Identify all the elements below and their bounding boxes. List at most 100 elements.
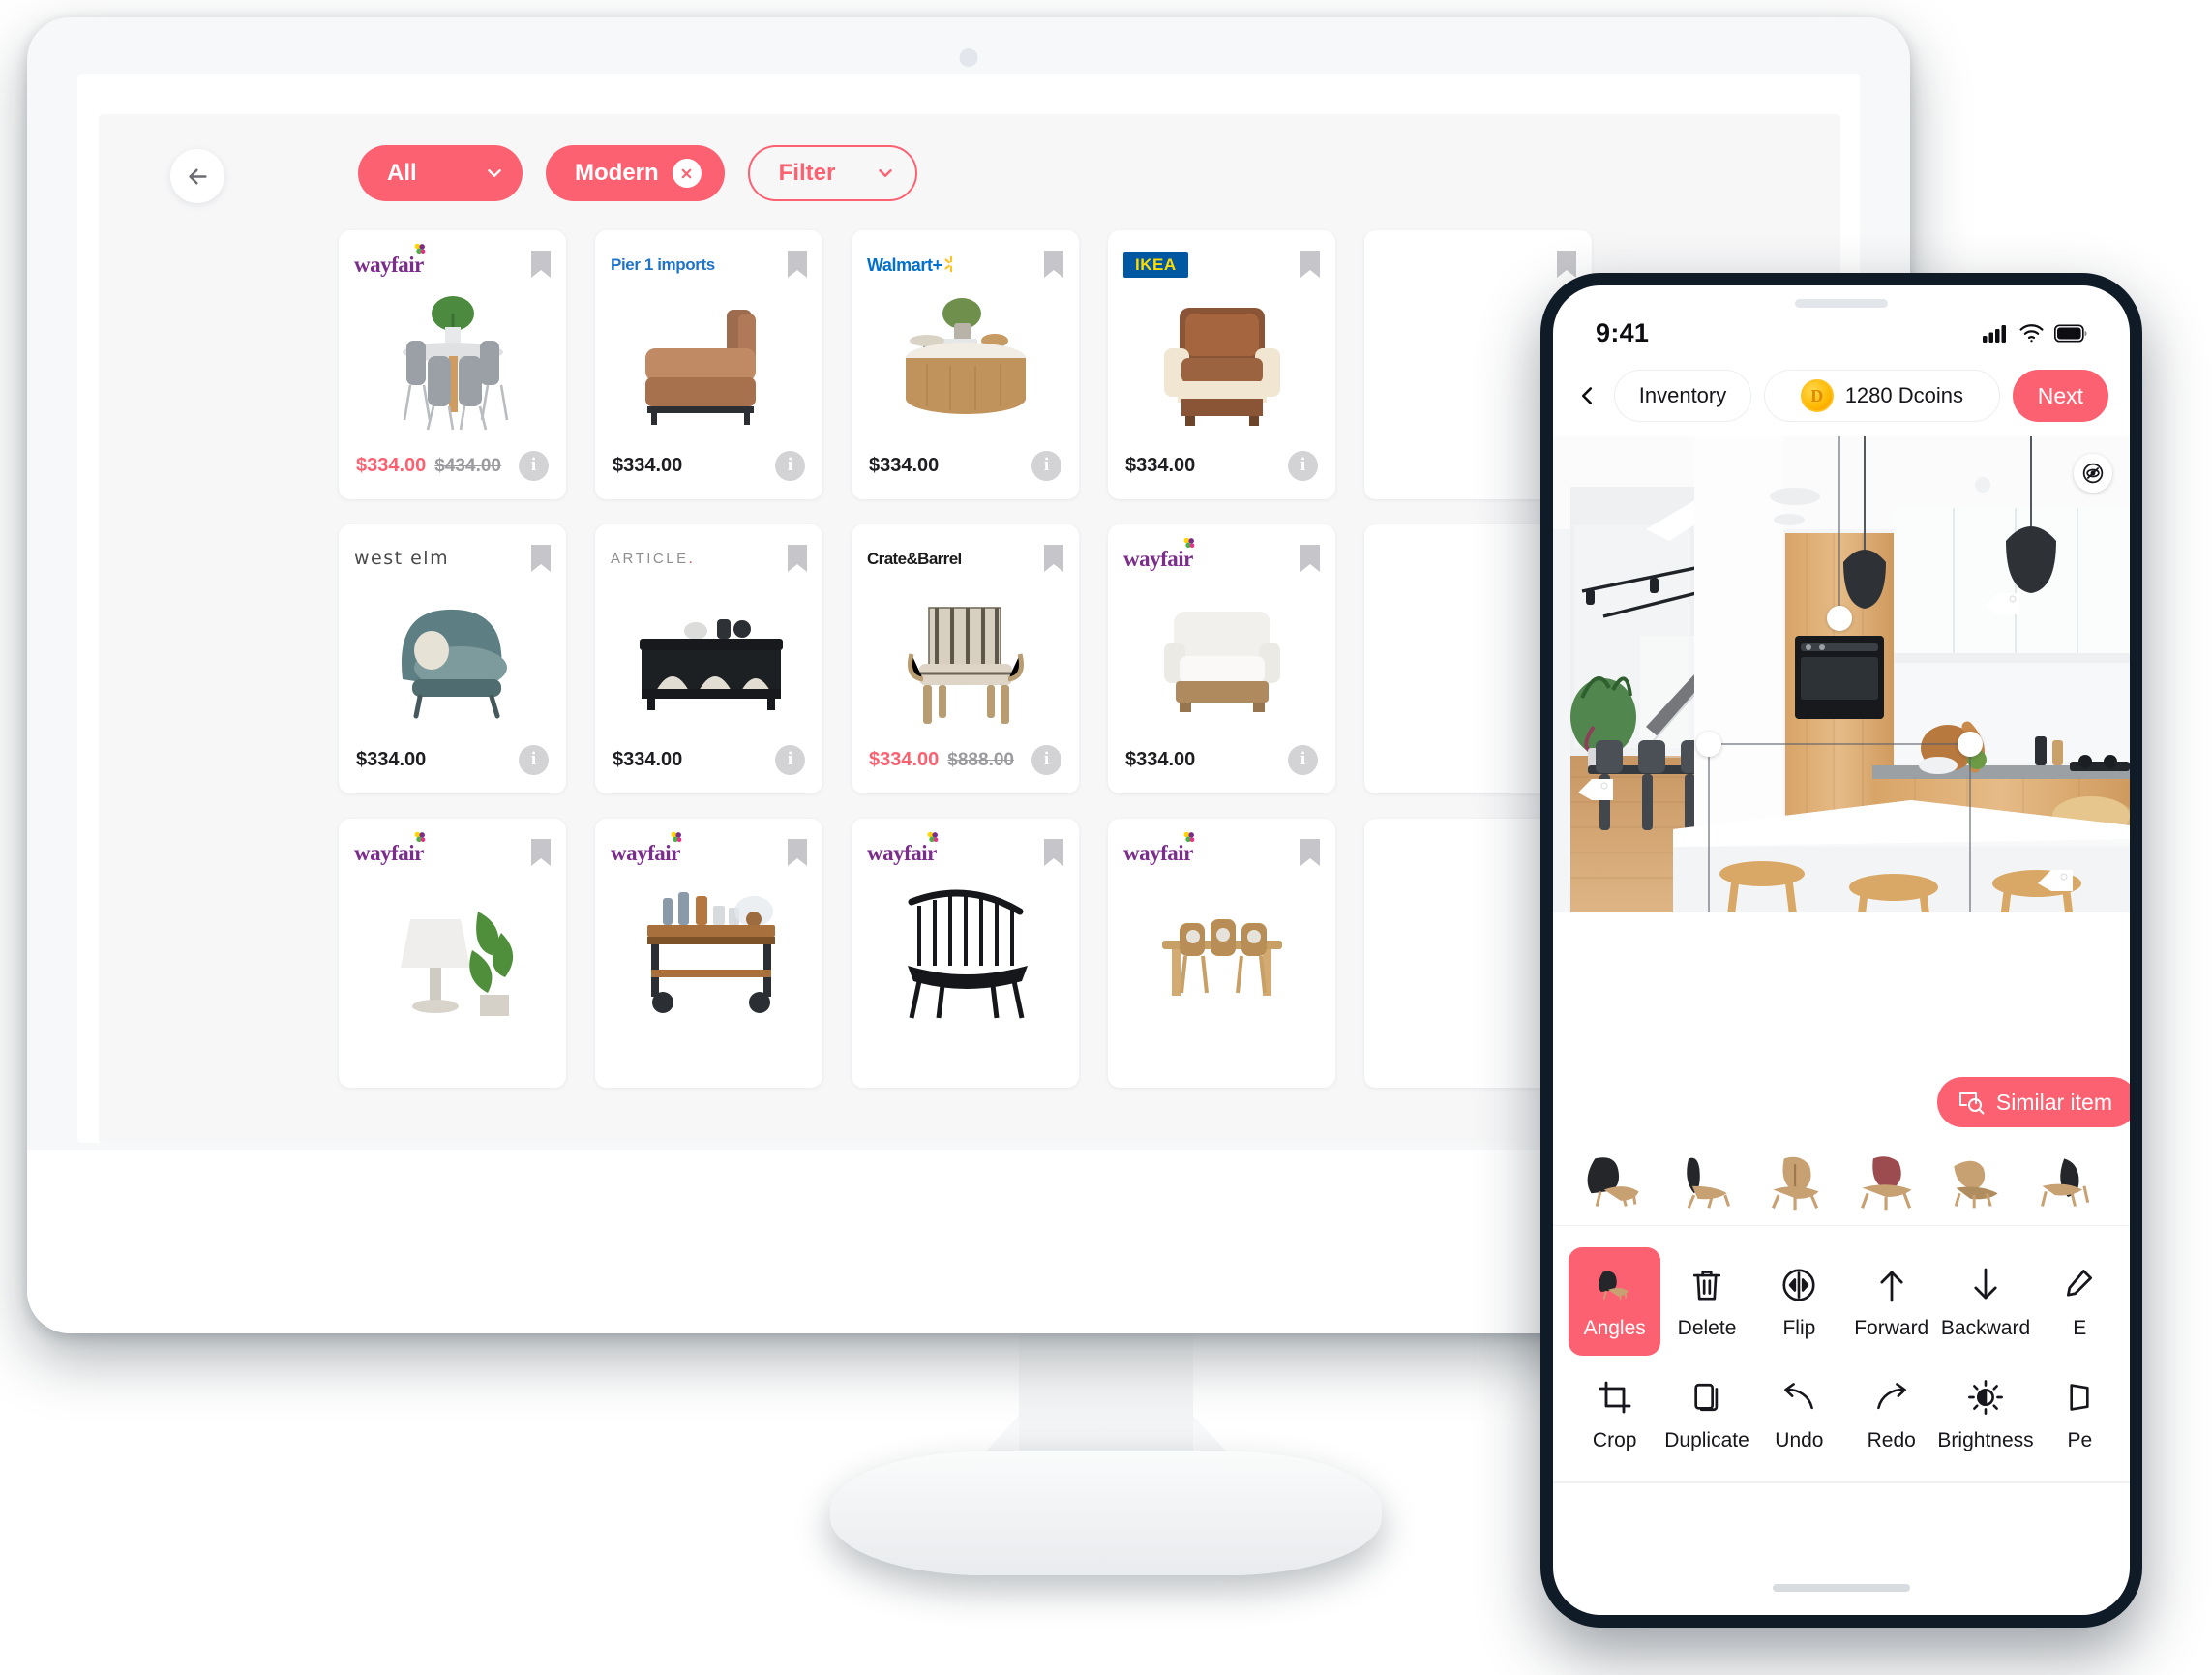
tool-button-duplicate[interactable]: Duplicate xyxy=(1660,1360,1752,1468)
bookmark-icon[interactable] xyxy=(531,251,551,278)
back-button[interactable] xyxy=(170,149,224,203)
filter-pill-all[interactable]: All xyxy=(358,145,523,201)
angle-thumbnail-4[interactable] xyxy=(1940,1150,2014,1213)
info-icon[interactable]: i xyxy=(519,450,549,481)
product-card[interactable]: wayfair xyxy=(595,819,822,1088)
product-old-price: $434.00 xyxy=(434,455,501,476)
product-card[interactable]: wayfair $334.00 i xyxy=(1108,524,1335,793)
bookmark-icon[interactable] xyxy=(788,839,807,866)
angle-thumbnail-0[interactable] xyxy=(1579,1150,1653,1213)
angle-thumbnail-3[interactable] xyxy=(1850,1150,1924,1213)
trash-icon xyxy=(1692,1271,1721,1301)
product-price-group: $334.00 xyxy=(613,749,682,771)
tool-button-forward[interactable]: Forward xyxy=(1845,1247,1937,1356)
product-card-footer: $334.00 i xyxy=(1108,441,1335,499)
filter-pill-filter[interactable]: Filter xyxy=(747,145,917,201)
product-brand-pier1: Pier 1 imports xyxy=(611,254,715,274)
product-image xyxy=(339,869,566,1032)
tool-button-flip[interactable]: Flip xyxy=(1753,1247,1845,1356)
info-icon[interactable]: i xyxy=(1031,744,1061,775)
bookmark-icon[interactable] xyxy=(1300,251,1320,278)
selection-handle-left[interactable] xyxy=(1696,732,1721,757)
tool-button-brightness[interactable]: Brightness xyxy=(1937,1360,2034,1468)
tool-button-e[interactable]: E xyxy=(2034,1247,2126,1356)
filter-pill-modern[interactable]: Modern xyxy=(546,145,725,201)
product-card-footer: $334.00 i xyxy=(1108,735,1335,793)
tool-button-pe[interactable]: Pe xyxy=(2034,1360,2126,1468)
product-image-white-boucle-armchair xyxy=(1163,612,1280,712)
tag-pin-basket[interactable] xyxy=(2034,864,2077,899)
tool-label: Flip xyxy=(1782,1317,1816,1339)
next-button[interactable]: Next xyxy=(2012,370,2108,422)
bookmark-icon[interactable] xyxy=(531,839,551,866)
tool-button-undo[interactable]: Undo xyxy=(1753,1360,1845,1468)
angle-thumbnail-2[interactable] xyxy=(1759,1150,1833,1213)
edit-icon xyxy=(2067,1270,2093,1297)
wayfair-berry-icon xyxy=(414,831,426,842)
product-card[interactable]: west elm $334.00 i xyxy=(339,524,566,793)
product-card-header: wayfair xyxy=(1108,524,1335,579)
bookmark-icon[interactable] xyxy=(788,545,807,572)
selection-handle-top[interactable] xyxy=(1827,606,1852,631)
product-card-footer xyxy=(339,1030,566,1088)
tool-button-backward[interactable]: Backward xyxy=(1937,1247,2033,1356)
tool-button-angles[interactable]: Angles xyxy=(1569,1247,1661,1356)
tool-button-delete[interactable]: Delete xyxy=(1660,1247,1752,1356)
product-image-round-dining-table-set xyxy=(402,296,508,431)
product-card[interactable]: wayfair $334.00 $434.00 i xyxy=(339,230,566,499)
bookmark-icon[interactable] xyxy=(1044,545,1063,572)
wayfair-berry-icon xyxy=(671,831,682,842)
bookmark-icon[interactable] xyxy=(1300,545,1320,572)
tool-label: Delete xyxy=(1677,1317,1737,1339)
product-price-group: $334.00 xyxy=(869,455,939,477)
product-card-footer: $334.00 i xyxy=(852,441,1079,499)
bookmark-icon[interactable] xyxy=(1300,839,1320,866)
inventory-button[interactable]: Inventory xyxy=(1614,370,1751,422)
product-card[interactable]: wayfair xyxy=(339,819,566,1088)
product-card[interactable]: Walmart+ $334.00 i xyxy=(852,230,1079,499)
visibility-toggle-button[interactable] xyxy=(2074,454,2112,493)
bookmark-icon[interactable] xyxy=(531,545,551,572)
info-icon[interactable]: i xyxy=(775,744,805,775)
room-photo-canvas[interactable] xyxy=(1553,436,2130,912)
info-icon[interactable]: i xyxy=(1031,450,1061,481)
tool-label: Pe xyxy=(2067,1429,2093,1451)
dcoins-balance[interactable]: D 1280 Dcoins xyxy=(1764,370,2000,422)
product-image xyxy=(1108,281,1335,443)
angle-thumbnail-5[interactable] xyxy=(2030,1150,2104,1213)
product-card[interactable]: wayfair xyxy=(1108,819,1335,1088)
bookmark-icon[interactable] xyxy=(788,251,807,278)
crop-icon-wrap xyxy=(1598,1375,1632,1420)
info-icon[interactable]: i xyxy=(519,744,549,775)
product-card[interactable]: IKEA $334.00 i xyxy=(1108,230,1335,499)
product-card[interactable]: wayfair xyxy=(852,819,1079,1088)
phone-notch xyxy=(1731,285,1952,322)
tag-pin-dining-table[interactable] xyxy=(1574,773,1617,808)
product-card[interactable]: Pier 1 imports $334.00 i xyxy=(595,230,822,499)
chevron-left-icon[interactable] xyxy=(1572,381,1601,410)
info-icon[interactable]: i xyxy=(1288,450,1318,481)
bookmark-icon[interactable] xyxy=(1044,251,1063,278)
wayfair-berry-icon xyxy=(1183,537,1195,548)
product-image-black-console-sideboard xyxy=(639,619,783,710)
tag-pin-lamp[interactable] xyxy=(1981,587,2023,622)
similar-item-button[interactable]: Similar item xyxy=(1936,1077,2130,1127)
trash-icon-wrap xyxy=(1690,1263,1723,1307)
duplicate-icon xyxy=(1694,1383,1719,1412)
product-card[interactable]: Crate&Barrel $334.00 $888.00 i xyxy=(852,524,1079,793)
tool-button-crop[interactable]: Crop xyxy=(1569,1360,1660,1468)
product-image xyxy=(339,575,566,737)
product-card[interactable]: ARTICLE. $334.00 i xyxy=(595,524,822,793)
product-grid: wayfair $334.00 $434.00 i Pier 1 imports $334… xyxy=(339,230,1592,1088)
bookmark-icon[interactable] xyxy=(1044,839,1063,866)
home-indicator xyxy=(1773,1584,1910,1592)
product-brand-wayfair: wayfair xyxy=(1123,831,1195,864)
bookmark-icon[interactable] xyxy=(1557,251,1576,278)
info-icon[interactable]: i xyxy=(775,450,805,481)
selection-handle-right[interactable] xyxy=(1958,732,1983,757)
product-card-header xyxy=(1364,230,1592,284)
close-icon[interactable] xyxy=(672,159,702,188)
angle-thumbnail-1[interactable] xyxy=(1669,1150,1743,1213)
tool-button-redo[interactable]: Redo xyxy=(1845,1360,1937,1468)
info-icon[interactable]: i xyxy=(1288,744,1318,775)
